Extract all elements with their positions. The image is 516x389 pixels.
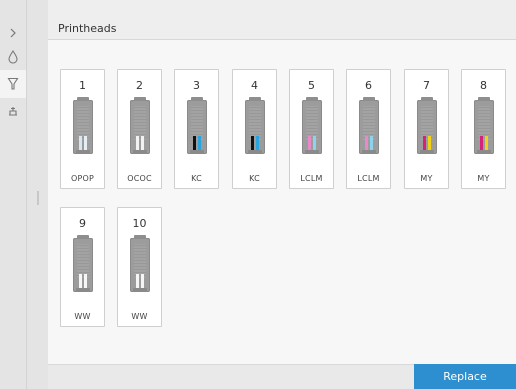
page-title: Printheads <box>58 22 117 35</box>
printhead-graphic <box>417 97 437 154</box>
ink-channel-indicator <box>193 136 196 150</box>
printhead-color-label: KC <box>249 174 260 183</box>
replace-button[interactable]: Replace <box>414 364 516 389</box>
printhead-graphic <box>359 97 379 154</box>
ink-channel-indicator <box>84 136 87 150</box>
printhead-graphic <box>302 97 322 154</box>
printhead-card[interactable]: 4 KC <box>232 69 277 189</box>
printhead-card[interactable]: 7 MY <box>404 69 449 189</box>
printhead-graphic <box>187 97 207 154</box>
printhead-color-label: MY <box>477 174 490 183</box>
printhead-card[interactable]: 3 KC <box>174 69 219 189</box>
printhead-graphic <box>130 97 150 154</box>
printhead-card[interactable]: 10 WW <box>117 207 162 327</box>
ink-channel-indicator <box>428 136 431 150</box>
ink-drop-icon <box>8 50 18 64</box>
ink-channel-indicator <box>251 136 254 150</box>
ink-channel-indicator <box>365 136 368 150</box>
ink-channel-indicator <box>313 136 316 150</box>
printhead-color-label: OPOP <box>70 174 95 183</box>
maintenance-icon <box>9 107 17 116</box>
ink-channel-indicator <box>308 136 311 150</box>
rail-expand-button[interactable] <box>0 22 26 44</box>
rail-printheads-button[interactable] <box>0 73 26 95</box>
printheads-grid: 1 OPOP 2 OCOC 3 KC 4 KC 5 LCLM 6 LCLM 7 MY 8 MY 9 WW 10 WW <box>48 40 516 364</box>
printhead-icon <box>7 77 19 90</box>
printhead-color-label: WW <box>131 312 148 321</box>
printhead-slot-number: 10 <box>132 217 147 230</box>
printhead-slot-number: 4 <box>251 79 258 92</box>
rail-divider <box>26 0 27 389</box>
printhead-slot-number: 6 <box>365 79 372 92</box>
printhead-color-label: WW <box>74 312 91 321</box>
chevron-right-icon <box>10 28 16 38</box>
printhead-card[interactable]: 9 WW <box>60 207 105 327</box>
printhead-graphic <box>474 97 494 154</box>
ink-channel-indicator <box>198 136 201 150</box>
printhead-card[interactable]: 8 MY <box>461 69 506 189</box>
printhead-graphic <box>245 97 265 154</box>
ink-channel-indicator <box>480 136 483 150</box>
ink-channel-indicator <box>423 136 426 150</box>
header-bar: Printheads <box>48 0 516 40</box>
printhead-slot-number: 5 <box>308 79 315 92</box>
ink-channel-indicator <box>141 274 144 288</box>
ink-channel-indicator <box>84 274 87 288</box>
printhead-slot-number: 1 <box>79 79 86 92</box>
printhead-card[interactable]: 6 LCLM <box>346 69 391 189</box>
ink-channel-indicator <box>485 136 488 150</box>
left-rail <box>0 0 48 389</box>
printhead-graphic <box>130 235 150 292</box>
printhead-graphic <box>73 97 93 154</box>
printhead-color-label: KC <box>191 174 202 183</box>
printhead-slot-number: 7 <box>423 79 430 92</box>
printhead-card[interactable]: 1 OPOP <box>60 69 105 189</box>
ink-channel-indicator <box>370 136 373 150</box>
printhead-color-label: LCLM <box>357 174 380 183</box>
rail-maintenance-button[interactable] <box>0 100 26 122</box>
ink-channel-indicator <box>79 136 82 150</box>
printhead-slot-number: 2 <box>136 79 143 92</box>
rail-resize-handle[interactable] <box>37 191 39 205</box>
ink-channel-indicator <box>79 274 82 288</box>
printhead-color-label: LCLM <box>300 174 323 183</box>
printhead-slot-number: 9 <box>79 217 86 230</box>
printhead-card[interactable]: 5 LCLM <box>289 69 334 189</box>
printhead-slot-number: 3 <box>193 79 200 92</box>
printhead-slot-number: 8 <box>480 79 487 92</box>
printhead-color-label: MY <box>420 174 433 183</box>
ink-channel-indicator <box>136 136 139 150</box>
printhead-graphic <box>73 235 93 292</box>
ink-channel-indicator <box>141 136 144 150</box>
printhead-color-label: OCOC <box>127 174 152 183</box>
ink-channel-indicator <box>136 274 139 288</box>
printhead-card[interactable]: 2 OCOC <box>117 69 162 189</box>
ink-channel-indicator <box>256 136 259 150</box>
rail-ink-button[interactable] <box>0 46 26 68</box>
